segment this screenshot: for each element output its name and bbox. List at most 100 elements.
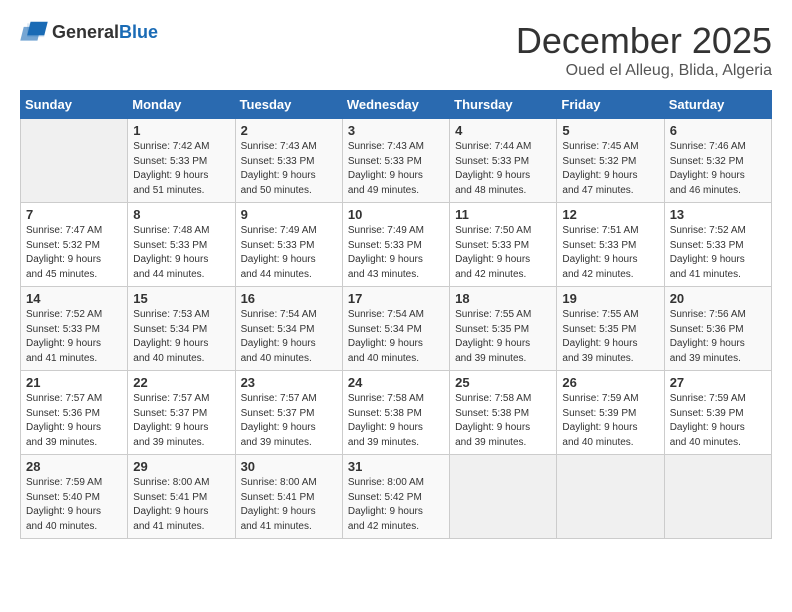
- day-number: 29: [133, 459, 229, 474]
- day-number: 6: [670, 123, 766, 138]
- day-number: 21: [26, 375, 122, 390]
- col-friday: Friday: [557, 91, 664, 119]
- logo-text: GeneralBlue: [52, 22, 158, 43]
- day-info: Sunrise: 7:53 AMSunset: 5:34 PMDaylight:…: [133, 308, 229, 366]
- day-number: 19: [562, 291, 658, 306]
- day-number: 10: [348, 207, 444, 222]
- day-number: 8: [133, 207, 229, 222]
- day-number: 13: [670, 207, 766, 222]
- calendar-cell: 16 Sunrise: 7:54 AMSunset: 5:34 PMDayligh…: [235, 287, 342, 371]
- day-info: Sunrise: 7:49 AMSunset: 5:33 PMDaylight:…: [241, 224, 337, 282]
- calendar-cell: 1 Sunrise: 7:42 AMSunset: 5:33 PMDaylight…: [128, 119, 235, 203]
- logo: GeneralBlue: [20, 20, 158, 44]
- title-area: December 2025 Oued el Alleug, Blida, Alg…: [516, 20, 772, 80]
- calendar-cell: 20 Sunrise: 7:56 AMSunset: 5:36 PMDayligh…: [664, 287, 771, 371]
- col-saturday: Saturday: [664, 91, 771, 119]
- calendar-cell: 13 Sunrise: 7:52 AMSunset: 5:33 PMDayligh…: [664, 203, 771, 287]
- day-info: Sunrise: 7:47 AMSunset: 5:32 PMDaylight:…: [26, 224, 122, 282]
- day-number: 11: [455, 207, 551, 222]
- calendar-cell: 10 Sunrise: 7:49 AMSunset: 5:33 PMDayligh…: [342, 203, 449, 287]
- day-info: Sunrise: 7:42 AMSunset: 5:33 PMDaylight:…: [133, 140, 229, 198]
- day-info: Sunrise: 8:00 AMSunset: 5:41 PMDaylight:…: [133, 476, 229, 534]
- day-info: Sunrise: 7:57 AMSunset: 5:36 PMDaylight:…: [26, 392, 122, 450]
- day-number: 20: [670, 291, 766, 306]
- calendar-cell: 29 Sunrise: 8:00 AMSunset: 5:41 PMDayligh…: [128, 455, 235, 539]
- calendar-cell: 24 Sunrise: 7:58 AMSunset: 5:38 PMDayligh…: [342, 371, 449, 455]
- calendar-cell: 6Sunrise: 7:46 AMSunset: 5:32 PMDaylight…: [664, 119, 771, 203]
- day-info: Sunrise: 7:55 AMSunset: 5:35 PMDaylight:…: [562, 308, 658, 366]
- day-info: Sunrise: 7:54 AMSunset: 5:34 PMDaylight:…: [348, 308, 444, 366]
- day-number: 28: [26, 459, 122, 474]
- calendar-body: 1 Sunrise: 7:42 AMSunset: 5:33 PMDaylight…: [21, 119, 772, 539]
- calendar-cell: 12Sunrise: 7:51 AMSunset: 5:33 PMDayligh…: [557, 203, 664, 287]
- day-info: Sunrise: 7:58 AMSunset: 5:38 PMDaylight:…: [455, 392, 551, 450]
- calendar-week-1: 1 Sunrise: 7:42 AMSunset: 5:33 PMDaylight…: [21, 119, 772, 203]
- day-info: Sunrise: 7:44 AMSunset: 5:33 PMDaylight:…: [455, 140, 551, 198]
- calendar-cell: 31 Sunrise: 8:00 AMSunset: 5:42 PMDayligh…: [342, 455, 449, 539]
- day-number: 4: [455, 123, 551, 138]
- day-number: 17: [348, 291, 444, 306]
- calendar-table: Sunday Monday Tuesday Wednesday Thursday…: [20, 90, 772, 539]
- calendar-cell: 5Sunrise: 7:45 AMSunset: 5:32 PMDaylight…: [557, 119, 664, 203]
- day-info: Sunrise: 7:52 AMSunset: 5:33 PMDaylight:…: [670, 224, 766, 282]
- col-thursday: Thursday: [450, 91, 557, 119]
- col-sunday: Sunday: [21, 91, 128, 119]
- calendar-cell: 8 Sunrise: 7:48 AMSunset: 5:33 PMDaylight…: [128, 203, 235, 287]
- day-info: Sunrise: 7:48 AMSunset: 5:33 PMDaylight:…: [133, 224, 229, 282]
- col-wednesday: Wednesday: [342, 91, 449, 119]
- day-info: Sunrise: 7:59 AMSunset: 5:39 PMDaylight:…: [670, 392, 766, 450]
- day-info: Sunrise: 7:52 AMSunset: 5:33 PMDaylight:…: [26, 308, 122, 366]
- day-number: 24: [348, 375, 444, 390]
- day-number: 23: [241, 375, 337, 390]
- day-info: Sunrise: 7:43 AMSunset: 5:33 PMDaylight:…: [348, 140, 444, 198]
- day-info: Sunrise: 7:43 AMSunset: 5:33 PMDaylight:…: [241, 140, 337, 198]
- calendar-cell: 18 Sunrise: 7:55 AMSunset: 5:35 PMDayligh…: [450, 287, 557, 371]
- calendar-cell: 25 Sunrise: 7:58 AMSunset: 5:38 PMDayligh…: [450, 371, 557, 455]
- day-number: 25: [455, 375, 551, 390]
- calendar-cell: [557, 455, 664, 539]
- calendar-cell: 23 Sunrise: 7:57 AMSunset: 5:37 PMDayligh…: [235, 371, 342, 455]
- calendar-cell: 7 Sunrise: 7:47 AMSunset: 5:32 PMDaylight…: [21, 203, 128, 287]
- day-number: 1: [133, 123, 229, 138]
- day-number: 2: [241, 123, 337, 138]
- calendar-cell: 27Sunrise: 7:59 AMSunset: 5:39 PMDayligh…: [664, 371, 771, 455]
- day-info: Sunrise: 7:59 AMSunset: 5:39 PMDaylight:…: [562, 392, 658, 450]
- calendar-cell: 11Sunrise: 7:50 AMSunset: 5:33 PMDayligh…: [450, 203, 557, 287]
- day-info: Sunrise: 7:49 AMSunset: 5:33 PMDaylight:…: [348, 224, 444, 282]
- header: GeneralBlue December 2025 Oued el Alleug…: [20, 20, 772, 80]
- day-number: 15: [133, 291, 229, 306]
- day-number: 30: [241, 459, 337, 474]
- calendar-cell: 17 Sunrise: 7:54 AMSunset: 5:34 PMDayligh…: [342, 287, 449, 371]
- calendar-cell: 15 Sunrise: 7:53 AMSunset: 5:34 PMDayligh…: [128, 287, 235, 371]
- calendar-cell: 3 Sunrise: 7:43 AMSunset: 5:33 PMDaylight…: [342, 119, 449, 203]
- day-info: Sunrise: 7:54 AMSunset: 5:34 PMDaylight:…: [241, 308, 337, 366]
- day-info: Sunrise: 7:57 AMSunset: 5:37 PMDaylight:…: [241, 392, 337, 450]
- day-info: Sunrise: 8:00 AMSunset: 5:41 PMDaylight:…: [241, 476, 337, 534]
- day-number: 7: [26, 207, 122, 222]
- day-info: Sunrise: 7:58 AMSunset: 5:38 PMDaylight:…: [348, 392, 444, 450]
- col-tuesday: Tuesday: [235, 91, 342, 119]
- day-number: 26: [562, 375, 658, 390]
- day-number: 3: [348, 123, 444, 138]
- day-number: 16: [241, 291, 337, 306]
- day-number: 5: [562, 123, 658, 138]
- day-info: Sunrise: 7:56 AMSunset: 5:36 PMDaylight:…: [670, 308, 766, 366]
- day-number: 9: [241, 207, 337, 222]
- calendar-cell: 4 Sunrise: 7:44 AMSunset: 5:33 PMDaylight…: [450, 119, 557, 203]
- calendar-cell: 30 Sunrise: 8:00 AMSunset: 5:41 PMDayligh…: [235, 455, 342, 539]
- logo-general: General: [52, 22, 119, 42]
- calendar-week-5: 28Sunrise: 7:59 AMSunset: 5:40 PMDayligh…: [21, 455, 772, 539]
- day-info: Sunrise: 7:55 AMSunset: 5:35 PMDaylight:…: [455, 308, 551, 366]
- month-title: December 2025: [516, 20, 772, 62]
- calendar-week-3: 14Sunrise: 7:52 AMSunset: 5:33 PMDayligh…: [21, 287, 772, 371]
- day-info: Sunrise: 8:00 AMSunset: 5:42 PMDaylight:…: [348, 476, 444, 534]
- calendar-cell: [450, 455, 557, 539]
- calendar-cell: 9 Sunrise: 7:49 AMSunset: 5:33 PMDaylight…: [235, 203, 342, 287]
- header-row: Sunday Monday Tuesday Wednesday Thursday…: [21, 91, 772, 119]
- day-number: 18: [455, 291, 551, 306]
- calendar-header: Sunday Monday Tuesday Wednesday Thursday…: [21, 91, 772, 119]
- logo-blue: Blue: [119, 22, 158, 42]
- calendar-cell: 19 Sunrise: 7:55 AMSunset: 5:35 PMDayligh…: [557, 287, 664, 371]
- calendar-cell: 14Sunrise: 7:52 AMSunset: 5:33 PMDayligh…: [21, 287, 128, 371]
- day-number: 31: [348, 459, 444, 474]
